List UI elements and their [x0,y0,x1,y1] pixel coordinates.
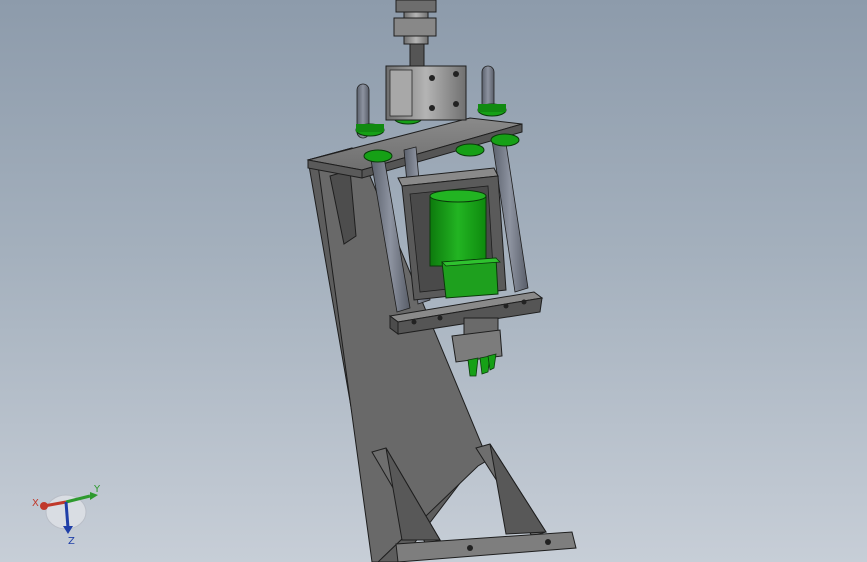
coordinate-triad: X Y Z [32,484,101,547]
pneumatic-cylinder[interactable] [385,0,467,121]
bushing [478,104,506,112]
z-axis-label: Z [68,536,75,547]
x-axis-label: X [32,498,39,509]
tool-head[interactable] [451,317,503,377]
bushing [356,124,384,132]
bushing [490,133,520,147]
rod-coupling [393,17,437,37]
rod-coupling [395,0,437,13]
bushing [363,149,393,163]
z-axis [64,501,70,529]
bushing [455,143,485,157]
graphics-viewport[interactable]: X Y Z [0,0,867,562]
3d-model-view[interactable] [0,0,867,562]
y-axis-label: Y [93,484,101,495]
